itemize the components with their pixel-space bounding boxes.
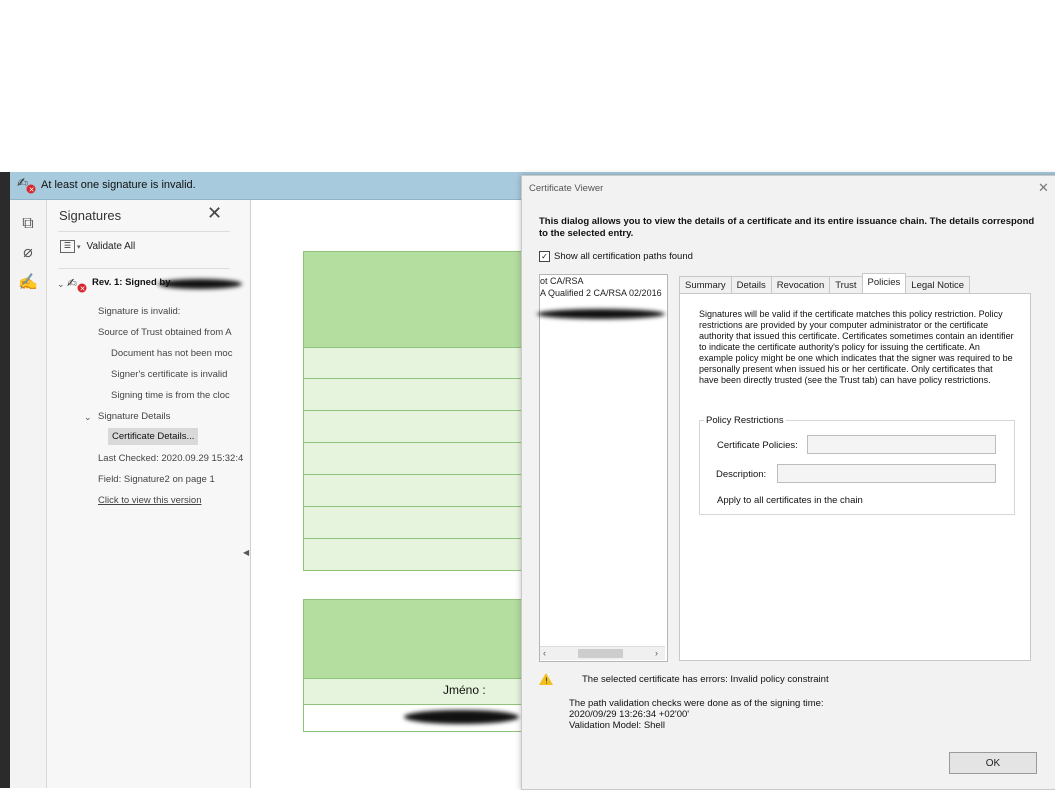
svg-text:✍: ✍ (67, 276, 77, 290)
scroll-left-icon[interactable]: ‹ (543, 648, 546, 658)
warning-icon: ! (539, 672, 553, 690)
name-label: Jméno : (443, 683, 486, 697)
redacted-cert-name (537, 309, 665, 319)
options-menu-icon[interactable]: ☰ (60, 240, 75, 253)
doc-modified-status: Document has not been moc (111, 348, 233, 359)
table-row (303, 678, 523, 705)
svg-text:!: ! (545, 677, 548, 686)
validation-status: The selected certificate has errors: Inv… (582, 674, 829, 685)
table-row (303, 474, 523, 507)
signature-details[interactable]: Signature Details (98, 411, 170, 422)
table-section-cell (303, 599, 523, 679)
table-header-cell (303, 251, 523, 348)
field-info: Field: Signature2 on page 1 (98, 474, 215, 485)
cert-policies-label: Certificate Policies: (717, 440, 798, 451)
pages-icon[interactable]: ⧉ (16, 212, 40, 236)
divider (58, 231, 230, 232)
path-check-time: 2020/09/29 13:26:34 +02'00' (569, 709, 690, 720)
dialog-title: Certificate Viewer (529, 183, 604, 194)
trust-source: Source of Trust obtained from A (98, 327, 232, 338)
scroll-thumb[interactable] (578, 649, 623, 658)
close-icon[interactable]: ✕ (1038, 180, 1049, 196)
ok-button[interactable]: OK (949, 752, 1037, 774)
description-field[interactable] (777, 464, 996, 483)
app-edge (0, 172, 10, 788)
table-row (303, 538, 523, 571)
close-icon[interactable]: ✕ (207, 203, 222, 224)
attachment-icon[interactable]: ⌀ (16, 240, 40, 264)
banner-text: At least one signature is invalid. (41, 179, 196, 191)
apply-all-text: Apply to all certificates in the chain (717, 495, 863, 506)
panel-title: Signatures (59, 208, 122, 223)
tree-item-root[interactable]: ot CA/RSA (540, 275, 667, 287)
tab-policies[interactable]: Policies (861, 273, 907, 294)
table-row (303, 410, 523, 443)
certificate-tree[interactable]: ot CA/RSA A Qualified 2 CA/RSA 02/2016 (539, 274, 668, 662)
validation-model: Validation Model: Shell (569, 720, 665, 731)
certificate-details-link[interactable]: Certificate Details... (108, 428, 199, 445)
sig-status: Signature is invalid: (98, 306, 181, 317)
table-row (303, 347, 523, 379)
invalid-signature-icon: ✍ ✕ (67, 275, 89, 293)
collapse-panel-handle[interactable]: ◀ (243, 548, 249, 557)
cert-status: Signer's certificate is invalid (111, 369, 228, 380)
svg-text:✕: ✕ (80, 285, 86, 293)
scroll-right-icon[interactable]: › (655, 648, 658, 658)
view-version-link[interactable]: Click to view this version (98, 495, 201, 506)
signature-warning-icon: ✍ ✕ (17, 174, 37, 194)
cert-policies-field[interactable] (807, 435, 996, 454)
tree-item-intermediate[interactable]: A Qualified 2 CA/RSA 02/2016 (540, 287, 667, 299)
navigation-toolbar: ⧉ ⌀ ✍ (10, 200, 47, 788)
chevron-down-icon: ▾ (77, 243, 81, 251)
redacted-name (158, 279, 242, 289)
show-all-paths-label: Show all certification paths found (554, 251, 693, 262)
last-checked: Last Checked: 2020.09.29 15:32:4 (98, 453, 244, 464)
table-row (303, 442, 523, 475)
description-label: Description: (716, 469, 767, 480)
path-check-line: The path validation checks were done as … (569, 698, 824, 709)
validate-all-button[interactable]: ☰ ▾ Validate All (60, 240, 135, 253)
table-row (303, 378, 523, 411)
chevron-down-icon[interactable]: ⌄ (57, 279, 65, 290)
signature-panel-icon[interactable]: ✍ (16, 270, 40, 294)
document-table: Jméno : (303, 251, 523, 732)
chevron-down-icon[interactable]: ⌄ (84, 412, 92, 423)
divider (58, 268, 230, 269)
svg-text:✕: ✕ (29, 186, 35, 194)
dialog-intro: This dialog allows you to view the detai… (539, 216, 1035, 239)
tree-scrollbar[interactable]: ‹ › (540, 646, 665, 660)
checkmark-icon[interactable]: ✓ (539, 251, 550, 262)
validate-all-label: Validate All (86, 241, 136, 252)
signing-time-status: Signing time is from the cloc (111, 390, 230, 401)
redacted-signature (404, 710, 519, 724)
svg-text:✍: ✍ (17, 176, 28, 191)
policy-restrictions-title: Policy Restrictions (704, 415, 786, 426)
show-all-paths-checkbox[interactable]: ✓ Show all certification paths found (539, 251, 693, 262)
path-validation-info: The path validation checks were done as … (569, 698, 824, 731)
policy-description: Signatures will be valid if the certific… (699, 309, 1014, 385)
table-row (303, 506, 523, 539)
